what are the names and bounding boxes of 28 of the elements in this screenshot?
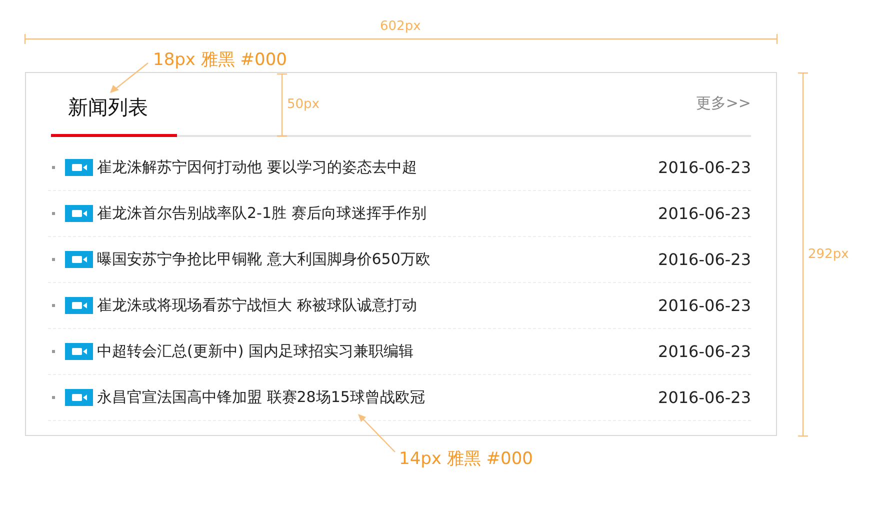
news-date: 2016-06-23: [658, 204, 751, 223]
news-date: 2016-06-23: [658, 388, 751, 407]
news-headline-link[interactable]: 中超转会汇总(更新中) 国内足球招实习兼职编辑: [97, 342, 658, 361]
list-title: 新闻列表: [51, 75, 177, 137]
video-camera-icon: [65, 251, 93, 268]
news-date: 2016-06-23: [658, 342, 751, 361]
video-camera-icon: [65, 389, 93, 406]
news-headline-link[interactable]: 崔龙洙解苏宁因何打动他 要以学习的姿态去中超: [97, 158, 658, 177]
news-headline-link[interactable]: 崔龙洙或将现场看苏宁战恒大 称被球队诚意打动: [97, 296, 658, 315]
video-camera-icon: [65, 205, 93, 222]
spec-label: 292px: [808, 247, 849, 263]
video-camera-icon: [65, 343, 93, 360]
spec-label: 18px 雅黑 #000: [153, 50, 287, 70]
news-headline-link[interactable]: 曝国安苏宁争抢比甲铜靴 意大利国脚身价650万欧: [97, 250, 658, 269]
spec-label: 14px 雅黑 #000: [399, 449, 533, 469]
spec-label: 602px: [380, 19, 421, 35]
news-date: 2016-06-23: [658, 250, 751, 269]
news-date: 2016-06-23: [658, 296, 751, 315]
leader-arrow: [110, 62, 148, 93]
news-date: 2016-06-23: [658, 158, 751, 177]
spec-label: 50px: [287, 97, 320, 113]
news-headline-link[interactable]: 永昌官宣法国高中锋加盟 联赛28场15球曾战欧冠: [97, 388, 658, 407]
video-camera-icon: [65, 297, 93, 314]
dimension-line: [277, 73, 287, 137]
video-camera-icon: [65, 159, 93, 176]
leader-arrow: [358, 414, 396, 452]
news-headline-link[interactable]: 崔龙洙首尔告别战率队2-1胜 赛后向球迷挥手作别: [97, 204, 658, 223]
more-link[interactable]: 更多>>: [696, 71, 751, 135]
